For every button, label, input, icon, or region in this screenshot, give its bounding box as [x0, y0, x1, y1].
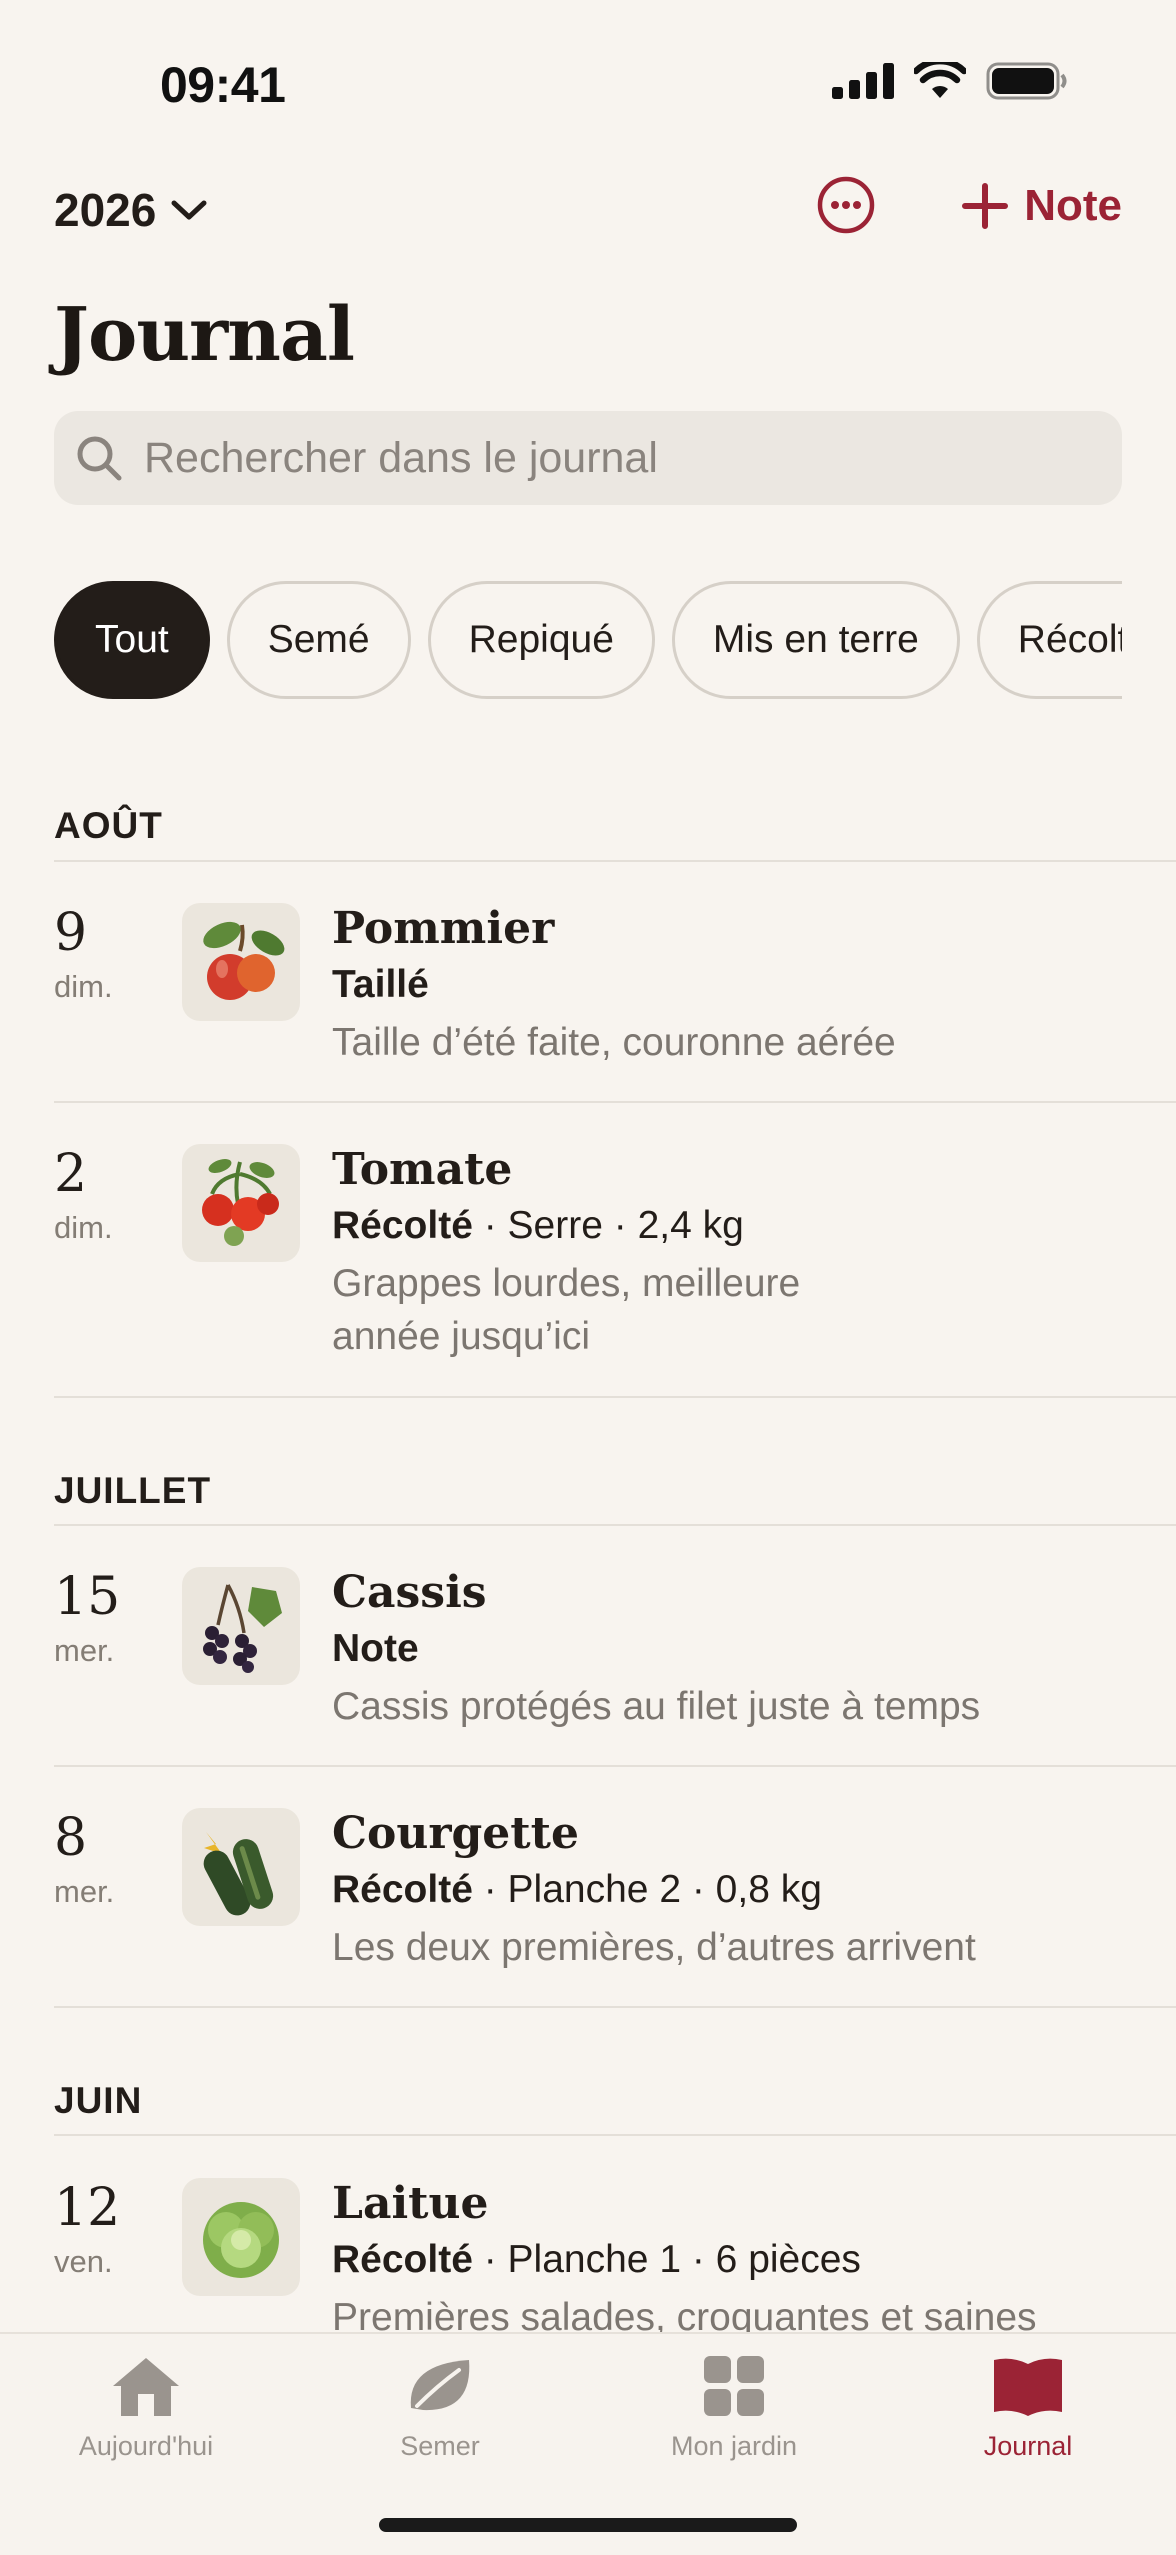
tomato-illustration	[182, 1144, 300, 1262]
grid-icon	[704, 2356, 764, 2416]
entry-action-line: Note	[332, 1627, 419, 1671]
blackcurrant-illustration	[182, 1567, 300, 1685]
entry-note: Taille d’été faite, couronne aérée	[332, 1021, 896, 1064]
divider	[54, 1396, 1176, 1398]
battery-icon	[986, 62, 1067, 100]
journal-entry[interactable]: 9 dim. Pommier Taillé Taille d’été faite…	[54, 903, 1176, 1093]
filter-chip-mis-en-terre[interactable]: Mis en terre	[671, 581, 960, 699]
journal-entry[interactable]: 15 mer. Cassis Note Cassis protégés au f…	[54, 1567, 1176, 1757]
entry-day: 9	[54, 903, 88, 963]
entry-action: Taillé	[332, 963, 429, 1006]
filter-chip-seme[interactable]: Semé	[226, 581, 411, 699]
entry-action: Récolté	[332, 2238, 473, 2281]
filter-chips: ToutSeméRepiquéMis en terreRécolté	[54, 581, 1122, 699]
entry-weekday: dim.	[54, 969, 113, 1004]
lettuce-illustration	[182, 2178, 300, 2296]
entry-plant-name: Laitue	[332, 2178, 489, 2229]
entry-plant-name: Tomate	[332, 1144, 513, 1195]
tab-label: Journal	[983, 2431, 1073, 2461]
entry-plant-name: Pommier	[332, 903, 555, 954]
tab-semer[interactable]: Semer	[330, 2354, 550, 2462]
entry-day: 12	[54, 2178, 121, 2238]
add-note-label: Note	[1024, 181, 1122, 230]
year-selector[interactable]: 2026	[54, 183, 208, 237]
entry-action-line: Récolté · Serre · 2,4 kg	[332, 1204, 744, 1248]
tab-aujourdhui[interactable]: Aujourd'hui	[36, 2354, 256, 2462]
entry-weekday: dim.	[54, 1210, 113, 1245]
entry-action: Note	[332, 1627, 419, 1670]
divider	[54, 1101, 1176, 1103]
entry-plant-name: Cassis	[332, 1567, 487, 1618]
home-indicator	[379, 2518, 797, 2532]
entry-action: Récolté	[332, 1868, 473, 1911]
cellular-signal-icon	[832, 63, 894, 99]
top-bar: 2026 Note	[54, 175, 1122, 245]
filter-chip-recolte[interactable]: Récolté	[976, 581, 1122, 699]
tab-label: Aujourd'hui	[78, 2431, 214, 2461]
entry-action: Récolté	[332, 1204, 473, 1247]
page-title: Journal	[54, 292, 355, 378]
entry-weekday: ven.	[54, 2244, 113, 2279]
divider	[54, 2006, 1176, 2008]
filter-chip-tout[interactable]: Tout	[54, 581, 210, 699]
entry-plant-name: Courgette	[332, 1808, 579, 1859]
entry-details: · Planche 1 · 6 pièces	[472, 2238, 861, 2281]
divider	[54, 1524, 1176, 1526]
entry-details: · Planche 2 · 0,8 kg	[472, 1868, 822, 1911]
entry-note: Premières salades, croquantes et saines	[332, 2296, 1037, 2332]
plus-icon	[962, 183, 1009, 229]
tab-mon-jardin[interactable]: Mon jardin	[624, 2354, 844, 2462]
entry-weekday: mer.	[54, 1874, 115, 1909]
search-icon	[77, 436, 122, 481]
filter-chip-repique[interactable]: Repiqué	[427, 581, 655, 699]
entry-note: Les deux premières, d’autres arrivent	[332, 1926, 976, 1969]
entry-action-line: Récolté · Planche 1 · 6 pièces	[332, 2238, 861, 2282]
tab-label: Semer	[400, 2431, 480, 2461]
wifi-icon	[914, 62, 966, 98]
divider	[54, 2134, 1176, 2136]
search-input[interactable]: Rechercher dans le journal	[54, 411, 1122, 505]
entry-day: 15	[54, 1567, 121, 1627]
entry-details: · Serre · 2,4 kg	[472, 1204, 744, 1247]
month-header-juin: JUIN	[54, 2080, 143, 2121]
chevron-down-icon	[171, 200, 207, 220]
entry-action-line: Récolté · Planche 2 · 0,8 kg	[332, 1868, 822, 1912]
month-header-aout: AOÛT	[54, 805, 163, 846]
status-time: 09:41	[160, 57, 286, 113]
journal-entry[interactable]: 8 mer. Courgette Récolté · Planche 2 · 0…	[54, 1808, 1176, 1998]
entry-note: Cassis protégés au filet juste à temps	[332, 1685, 981, 1728]
entry-note: Grappes lourdes, meilleure année jusqu’i…	[332, 1262, 801, 1358]
entry-day: 8	[54, 1808, 88, 1868]
status-icons	[832, 62, 1068, 100]
tab-journal[interactable]: Journal	[918, 2354, 1138, 2462]
entry-day: 2	[54, 1144, 88, 1204]
year-label: 2026	[54, 184, 157, 236]
tab-label: Mon jardin	[670, 2431, 798, 2461]
leaf-icon	[410, 2360, 470, 2411]
entry-weekday: mer.	[54, 1633, 115, 1668]
status-bar: 09:41	[0, 0, 1176, 150]
add-note-button[interactable]: Note	[962, 181, 1122, 231]
month-header-juillet: JUILLET	[54, 1470, 212, 1511]
zucchini-illustration	[182, 1808, 300, 1926]
divider	[54, 860, 1176, 862]
entry-action-line: Taillé	[332, 963, 429, 1007]
home-icon	[113, 2358, 179, 2416]
search-placeholder: Rechercher dans le journal	[144, 433, 658, 482]
book-icon	[994, 2358, 1062, 2416]
journal-entry[interactable]: 12 ven. Laitue Récolté · Planche 1 · 6 p…	[54, 2178, 1176, 2332]
divider	[54, 1765, 1176, 1767]
more-options-icon[interactable]	[816, 175, 876, 235]
journal-entry[interactable]: 2 dim. Tomate Récolté · Serre · 2,4 kg G…	[54, 1144, 1176, 1384]
apple-illustration	[182, 903, 300, 1021]
